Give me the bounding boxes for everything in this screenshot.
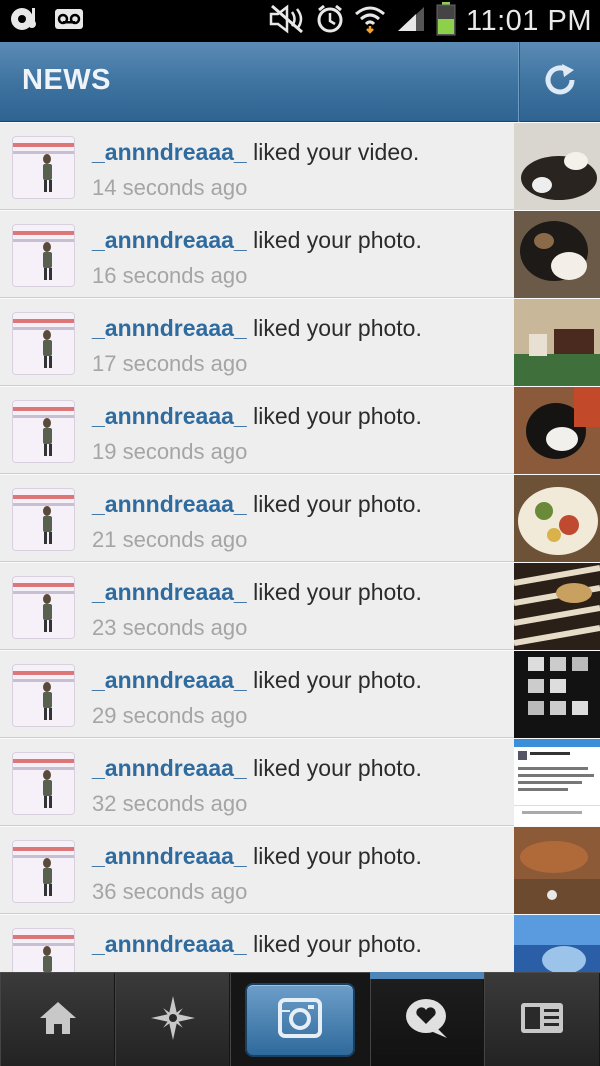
timestamp: 32 seconds ago (92, 791, 248, 816)
notification-action: liked your photo. (246, 579, 422, 605)
avatar[interactable] (12, 312, 75, 375)
notification-action: liked your photo. (246, 227, 422, 253)
username-link[interactable]: _annndreaaa_ (92, 315, 247, 341)
notification-action: liked your photo. (246, 755, 422, 781)
avatar[interactable] (12, 400, 75, 463)
notification-row[interactable]: _annndreaaa_ liked your photo. 23 second… (0, 562, 600, 650)
notification-text: _annndreaaa_ liked your photo. (92, 403, 507, 430)
notification-row[interactable]: _annndreaaa_ liked your photo. 21 second… (0, 474, 600, 562)
username-link[interactable]: _annndreaaa_ (92, 667, 247, 693)
username-link[interactable]: _annndreaaa_ (92, 579, 247, 605)
post-thumbnail[interactable] (514, 739, 600, 826)
home-icon (38, 1000, 78, 1041)
news-feed[interactable]: _annndreaaa_ liked your video. 14 second… (0, 122, 600, 972)
timestamp: 21 seconds ago (92, 527, 248, 552)
notification-action: liked your photo. (246, 931, 422, 957)
status-bar: 11:01 PM (0, 0, 600, 42)
username-link[interactable]: _annndreaaa_ (92, 227, 247, 253)
post-thumbnail[interactable] (514, 827, 600, 914)
timestamp: 17 seconds ago (92, 351, 248, 376)
notification-row[interactable]: _annndreaaa_ liked your video. 14 second… (0, 122, 600, 210)
notification-text: _annndreaaa_ liked your photo. (92, 315, 507, 342)
username-link[interactable]: _annndreaaa_ (92, 491, 247, 517)
bottom-tab-bar (0, 972, 600, 1066)
camera-button[interactable] (245, 983, 355, 1057)
notification-row[interactable]: _annndreaaa_ liked your photo. 29 second… (0, 650, 600, 738)
notification-action: liked your photo. (246, 315, 422, 341)
explore-star-icon (149, 994, 197, 1047)
timestamp: 29 seconds ago (92, 703, 248, 728)
page-title: NEWS (22, 64, 111, 96)
music-icon (10, 6, 40, 37)
notification-action: liked your photo. (246, 843, 422, 869)
notification-text: _annndreaaa_ liked your photo. (92, 667, 507, 694)
profile-card-icon (520, 1002, 564, 1039)
post-thumbnail[interactable] (514, 475, 600, 562)
notification-text: _annndreaaa_ liked your photo. (92, 931, 507, 958)
avatar[interactable] (12, 576, 75, 639)
alarm-icon (316, 4, 344, 39)
notification-text: _annndreaaa_ liked your photo. (92, 491, 507, 518)
post-thumbnail[interactable] (514, 299, 600, 386)
avatar[interactable] (12, 752, 75, 815)
notification-row[interactable]: _annndreaaa_ liked your photo. 32 second… (0, 738, 600, 826)
refresh-button[interactable] (520, 42, 600, 122)
notification-action: liked your photo. (246, 667, 422, 693)
voicemail-icon (54, 8, 84, 35)
signal-icon (396, 5, 426, 38)
tab-profile[interactable] (484, 973, 600, 1066)
active-tab-indicator (370, 972, 484, 979)
avatar[interactable] (12, 224, 75, 287)
timestamp: 14 seconds ago (92, 175, 248, 200)
timestamp: 19 seconds ago (92, 439, 248, 464)
tab-home[interactable] (0, 973, 115, 1066)
username-link[interactable]: _annndreaaa_ (92, 139, 247, 165)
refresh-icon (542, 62, 578, 103)
timestamp: 36 seconds ago (92, 879, 248, 904)
clock: 11:01 PM (466, 4, 592, 37)
notification-row[interactable]: _annndreaaa_ liked your photo. (0, 914, 600, 972)
mute-icon (268, 3, 306, 39)
avatar[interactable] (12, 840, 75, 903)
avatar[interactable] (12, 136, 75, 199)
post-thumbnail[interactable] (514, 915, 600, 972)
notification-row[interactable]: _annndreaaa_ liked your photo. 19 second… (0, 386, 600, 474)
notification-text: _annndreaaa_ liked your video. (92, 139, 507, 166)
notification-text: _annndreaaa_ liked your photo. (92, 843, 507, 870)
app-header: NEWS (0, 42, 600, 122)
notification-text: _annndreaaa_ liked your photo. (92, 227, 507, 254)
notification-text: _annndreaaa_ liked your photo. (92, 755, 507, 782)
timestamp: 23 seconds ago (92, 615, 248, 640)
post-thumbnail[interactable] (514, 651, 600, 738)
battery-icon (436, 1, 456, 41)
post-thumbnail[interactable] (514, 387, 600, 474)
wifi-icon (354, 4, 386, 39)
tab-news[interactable] (370, 973, 484, 1066)
notification-text: _annndreaaa_ liked your photo. (92, 579, 507, 606)
avatar[interactable] (12, 488, 75, 551)
tab-camera[interactable] (230, 973, 370, 1066)
notification-action: liked your photo. (246, 403, 422, 429)
notification-row[interactable]: _annndreaaa_ liked your photo. 36 second… (0, 826, 600, 914)
camera-icon (278, 997, 322, 1043)
avatar[interactable] (12, 664, 75, 727)
username-link[interactable]: _annndreaaa_ (92, 931, 247, 957)
post-thumbnail[interactable] (514, 563, 600, 650)
timestamp: 16 seconds ago (92, 263, 248, 288)
notification-row[interactable]: _annndreaaa_ liked your photo. 16 second… (0, 210, 600, 298)
heart-bubble-icon (403, 996, 451, 1045)
avatar[interactable] (12, 928, 75, 972)
post-thumbnail[interactable] (514, 123, 600, 210)
tab-explore[interactable] (115, 973, 230, 1066)
notification-action: liked your video. (246, 139, 420, 165)
username-link[interactable]: _annndreaaa_ (92, 403, 247, 429)
username-link[interactable]: _annndreaaa_ (92, 843, 247, 869)
notification-action: liked your photo. (246, 491, 422, 517)
post-thumbnail[interactable] (514, 211, 600, 298)
notification-row[interactable]: _annndreaaa_ liked your photo. 17 second… (0, 298, 600, 386)
username-link[interactable]: _annndreaaa_ (92, 755, 247, 781)
